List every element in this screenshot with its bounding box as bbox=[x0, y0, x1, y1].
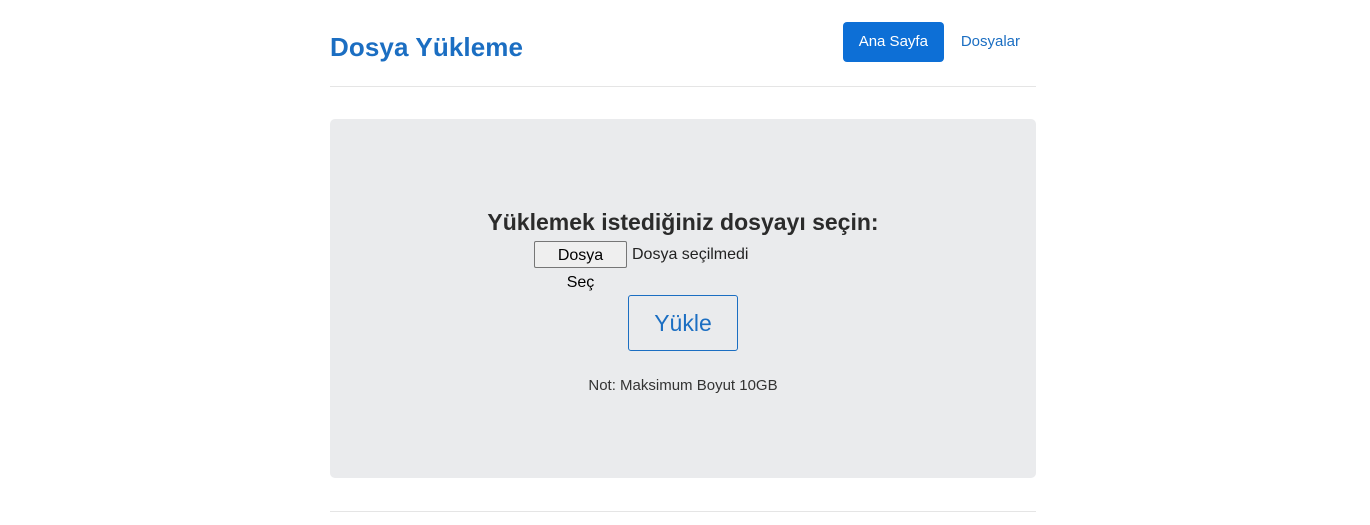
upload-prompt: Yüklemek istediğiniz dosyayı seçin: bbox=[487, 209, 879, 235]
file-input: Dosya Seç Dosya seçilmedi bbox=[534, 241, 749, 291]
choose-file-button[interactable]: Dosya Seç bbox=[534, 241, 627, 291]
brand-title[interactable]: Dosya Yükleme bbox=[330, 30, 523, 64]
nav-home-button[interactable]: Ana Sayfa bbox=[842, 22, 944, 62]
upload-button[interactable]: Yükle bbox=[628, 295, 738, 351]
footer-divider bbox=[330, 511, 1036, 512]
main-nav: Ana Sayfa Dosyalar bbox=[842, 22, 1036, 62]
file-status-text: Dosya seçilmedi bbox=[632, 245, 749, 263]
size-limit-note: Not: Maksimum Boyut 10GB bbox=[588, 377, 778, 394]
header: Dosya Yükleme Ana Sayfa Dosyalar bbox=[330, 0, 1036, 87]
nav-files-link[interactable]: Dosyalar bbox=[944, 22, 1036, 62]
page-container: Dosya Yükleme Ana Sayfa Dosyalar Yükleme… bbox=[330, 0, 1036, 512]
upload-panel: Yüklemek istediğiniz dosyayı seçin: Dosy… bbox=[330, 119, 1036, 478]
